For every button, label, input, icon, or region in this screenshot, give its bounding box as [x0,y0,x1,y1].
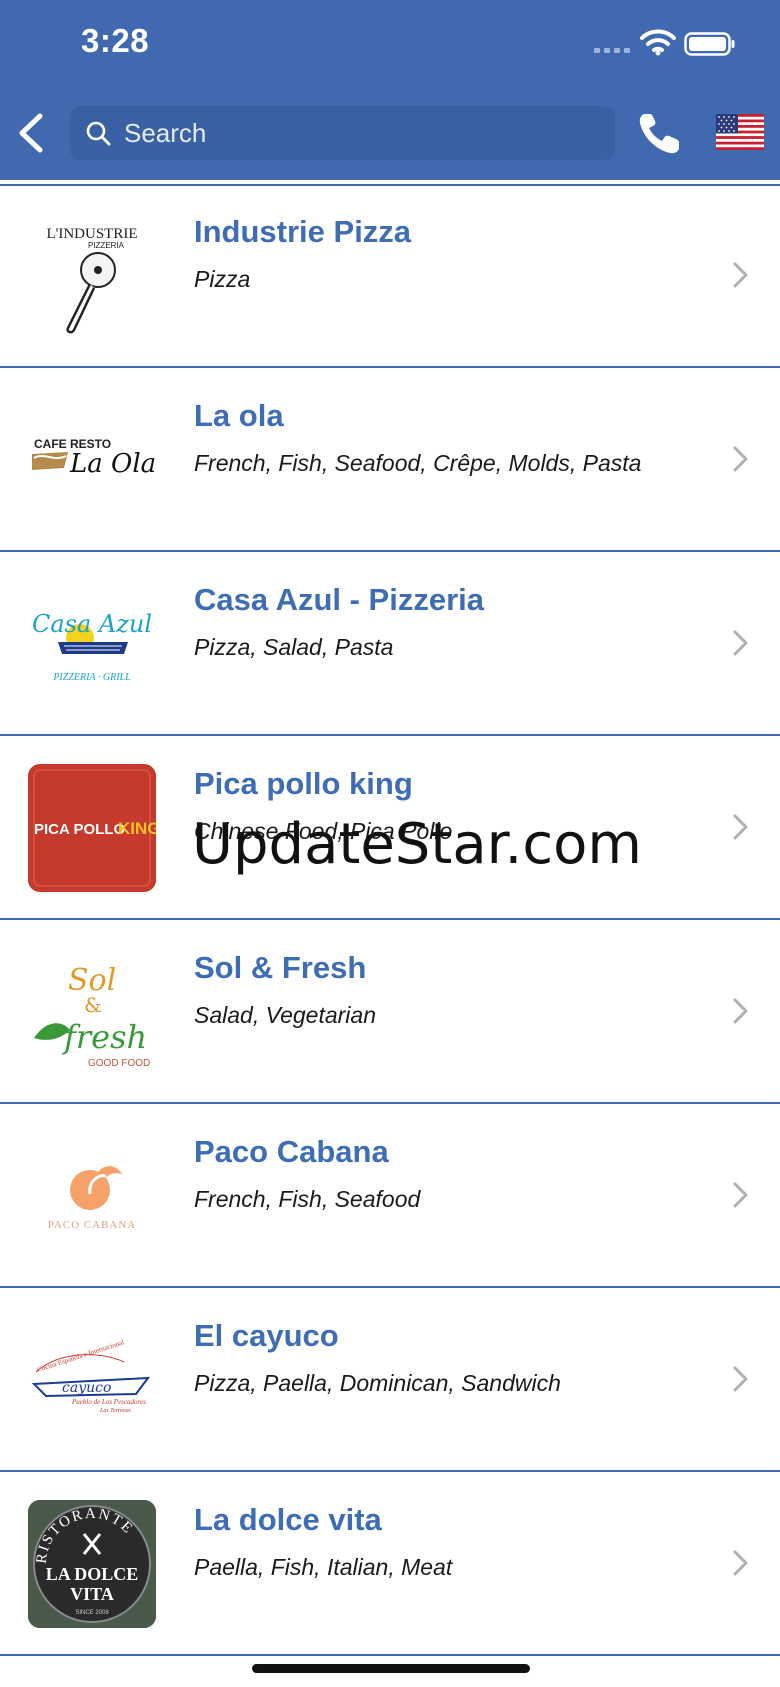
status-time: 3:28 [81,22,150,59]
us-flag-icon [716,114,764,150]
restaurant-row[interactable]: RISTORANTE LA DOLCE VITA SINCE 2008 La d… [0,1472,780,1656]
language-button[interactable] [716,114,764,150]
status-bar: 3:28 [0,0,780,90]
search-bar[interactable] [70,106,615,160]
restaurant-name: La dolce vita [194,1502,382,1537]
restaurant-row[interactable]: Sol & fresh GOOD FOOD Sol & Fresh Salad,… [0,920,780,1104]
wifi-icon [640,29,676,56]
svg-text:Casa Azul: Casa Azul [32,610,152,638]
svg-text:Cocina Española e Internaciona: Cocina Española e Internacional [36,1338,125,1374]
svg-text:La Ola: La Ola [69,449,156,479]
back-chevron-icon [19,113,43,153]
restaurant-name: Casa Azul - Pizzeria [194,582,485,617]
restaurant-logo-paco-cabana: PACO CABANA [28,1132,156,1260]
cellular-signal-icon [594,48,630,53]
home-indicator[interactable] [252,1664,530,1673]
svg-text:cayuco: cayuco [62,1380,111,1396]
restaurant-logo-sol-fresh: Sol & fresh GOOD FOOD [28,948,156,1076]
svg-text:PIZZERIA: PIZZERIA [88,241,125,250]
phone-icon [639,114,679,154]
svg-text:fresh: fresh [62,1018,147,1056]
restaurant-logo-la-dolce-vita: RISTORANTE LA DOLCE VITA SINCE 2008 [28,1500,156,1628]
app-header: 3:28 [0,0,780,180]
chevron-right-icon [733,1182,748,1208]
svg-text:Pueblo de Los Pescadores: Pueblo de Los Pescadores [71,1398,146,1406]
restaurant-logo-pica-pollo-king: PICA POLLO KING [28,764,156,892]
restaurant-cuisines: Pizza, Salad, Pasta [194,634,394,660]
back-button[interactable] [10,106,54,160]
svg-text:PICA POLLO: PICA POLLO [34,821,125,838]
search-input[interactable] [124,106,604,160]
restaurant-name: Pica pollo king [194,766,413,801]
svg-text:SINCE 2008: SINCE 2008 [75,1610,109,1616]
chevron-right-icon [733,262,748,288]
restaurant-cuisines: Paella, Fish, Italian, Meat [194,1554,453,1580]
restaurant-cuisines: French, Fish, Seafood [194,1186,421,1212]
restaurant-list: L'INDUSTRIE PIZZERIA Industrie Pizza Piz… [0,184,780,1656]
restaurant-name: El cayuco [194,1318,339,1353]
restaurant-logo-casa-azul: Casa Azul PIZZERIA · GRILL [28,580,156,708]
restaurant-name: Paco Cabana [194,1134,389,1169]
restaurant-row[interactable]: Cocina Española e Internacional cayuco P… [0,1288,780,1472]
restaurant-row[interactable]: L'INDUSTRIE PIZZERIA Industrie Pizza Piz… [0,184,780,368]
restaurant-row[interactable]: PACO CABANA Paco Cabana French, Fish, Se… [0,1104,780,1288]
svg-text:VITA: VITA [70,1584,114,1604]
call-button[interactable] [635,110,683,158]
svg-text:LA DOLCE: LA DOLCE [46,1564,139,1584]
chevron-right-icon [733,1366,748,1392]
restaurant-logo-el-cayuco: Cocina Española e Internacional cayuco P… [28,1316,156,1444]
chevron-right-icon [733,630,748,656]
restaurant-row[interactable]: PICA POLLO KING Pica pollo king Chinese … [0,736,780,920]
svg-text:PIZZERIA · GRILL: PIZZERIA · GRILL [52,672,131,683]
restaurant-row[interactable]: Casa Azul PIZZERIA · GRILL Casa Azul - P… [0,552,780,736]
nav-bar [0,100,780,168]
restaurant-cuisines: French, Fish, Seafood, Crêpe, Molds, Pas… [194,450,642,476]
battery-icon [684,32,735,56]
search-icon [86,121,111,146]
chevron-right-icon [733,814,748,840]
restaurant-name: Sol & Fresh [194,950,367,985]
restaurant-row[interactable]: CAFE RESTO La Ola La ola French, Fish, S… [0,368,780,552]
svg-text:Las Terrenas: Las Terrenas [99,1408,132,1414]
svg-text:&: & [84,993,102,1017]
restaurant-name: La ola [194,398,284,433]
svg-text:GOOD FOOD: GOOD FOOD [88,1058,150,1069]
chevron-right-icon [733,446,748,472]
restaurant-cuisines: Chinese Food, Pica Pollo [194,818,453,844]
restaurant-logo-la-ola: CAFE RESTO La Ola [28,396,156,524]
chevron-right-icon [733,998,748,1024]
svg-text:L'INDUSTRIE: L'INDUSTRIE [46,226,137,242]
svg-text:PACO CABANA: PACO CABANA [48,1219,137,1231]
chevron-right-icon [733,1550,748,1576]
restaurant-cuisines: Pizza [194,266,251,292]
restaurant-name: Industrie Pizza [194,214,412,249]
restaurant-cuisines: Salad, Vegetarian [194,1002,377,1028]
restaurant-cuisines: Pizza, Paella, Dominican, Sandwich [194,1370,561,1396]
svg-text:KING: KING [118,819,156,838]
restaurant-logo-industrie: L'INDUSTRIE PIZZERIA [28,212,156,340]
